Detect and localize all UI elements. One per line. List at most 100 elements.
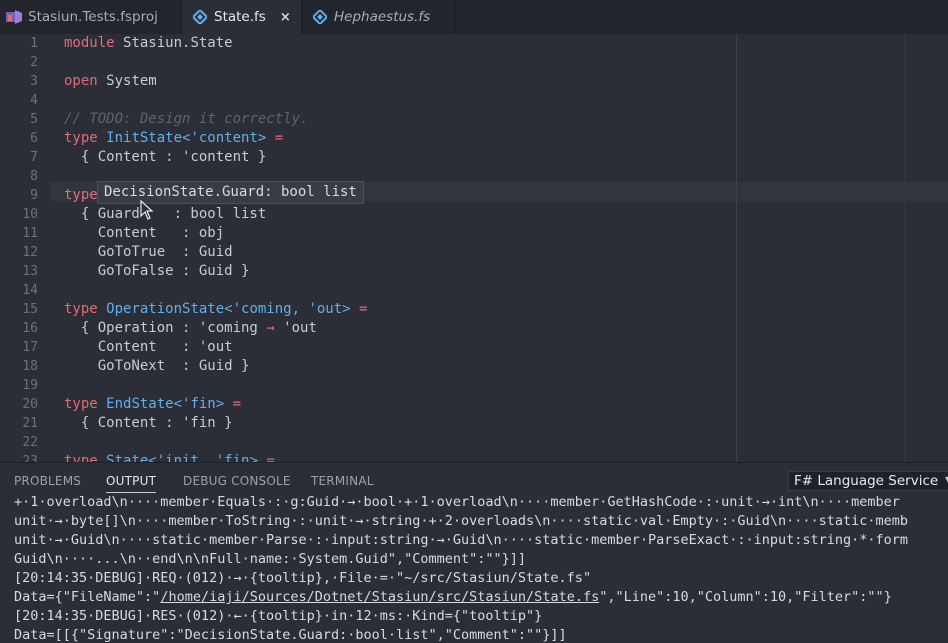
line-number: 12 (22, 245, 38, 260)
code-line: Content : obj (64, 224, 224, 243)
panel-header: PROBLEMS OUTPUT DEBUG CONSOLE TERMINAL F… (0, 462, 948, 496)
code-line: type InitState<'content> = (64, 129, 283, 148)
tab-label: Hephaestus.fs (334, 9, 431, 25)
code-line: type State<'init, 'fin> = (64, 452, 275, 462)
line-number: 2 (30, 55, 38, 70)
code-token: GoToNext : Guid } (97, 358, 250, 374)
fsharp-file-icon (312, 9, 328, 25)
line-number: 18 (22, 359, 38, 374)
code-token: InitState<'content> (106, 130, 267, 146)
code-line: Content : 'out (64, 338, 233, 357)
code-token: 'out (274, 320, 317, 336)
code-token: EndState<'fin> (106, 396, 225, 412)
code-line: { Operation : 'coming → 'out (64, 319, 317, 338)
code-token: GoToFalse : Guid } (97, 263, 250, 279)
code-token: module (64, 35, 115, 51)
code-token: = (359, 301, 368, 317)
file-path-link[interactable]: /home/iaji/Sources/Dotnet/Stasiun/src/St… (160, 589, 599, 605)
code-line: type OperationState<'coming, 'out> = (64, 300, 367, 319)
code-line: { Content : 'fin } (64, 414, 233, 433)
line-number: 20 (22, 397, 38, 412)
hover-tooltip: DecisionState.Guard: bool list (97, 181, 364, 204)
log-line: [20:14:35·DEBUG]·RES·(012)·←·{tooltip}·i… (14, 608, 543, 624)
code-token: = (266, 453, 275, 462)
log-line: unit·→·byte[]\n····member·ToString·:·uni… (14, 513, 909, 529)
line-number: 6 (30, 131, 38, 146)
code-line: // TODO: Design it correctly. (64, 110, 308, 129)
code-line: { Content : 'content } (64, 148, 266, 167)
code-token: // TODO: Design it correctly. (64, 111, 309, 127)
code-token: Content : obj (97, 225, 225, 241)
line-number: 17 (22, 340, 38, 355)
line-number: 11 (22, 226, 38, 241)
tab-label: State.fs (214, 9, 266, 25)
fsproj-icon (6, 9, 22, 25)
code-line: module Stasiun.State (64, 34, 233, 53)
tab-stasiun-tests-fsproj[interactable]: Stasiun.Tests.fsproj (0, 0, 182, 34)
line-number: 22 (22, 435, 38, 450)
code-token: { Guard : bool list (80, 206, 267, 222)
output-log[interactable]: +·1·overload\n····member·Equals·:·g:Guid… (0, 496, 948, 643)
line-number: 15 (22, 302, 38, 317)
code-token: GoToTrue : Guid (97, 244, 233, 260)
line-number: 23 (22, 454, 38, 462)
tab-terminal[interactable]: TERMINAL (311, 463, 374, 497)
close-tab-icon[interactable]: × (280, 10, 291, 25)
code-token: System (106, 73, 157, 89)
code-token: { Operation : 'coming (80, 320, 267, 336)
code-line: { Guard : bool list (64, 205, 266, 224)
code-line: type (64, 186, 98, 205)
log-line-filename: Data={"FileName":"/home/iaji/Sources/Dot… (14, 588, 892, 607)
log-text: ","Line":10,"Column":10,"Filter":""} (599, 589, 892, 605)
code-line: GoToFalse : Guid } (64, 262, 250, 281)
code-editor[interactable]: 1 2 3 4 5 6 7 8 9 10 11 12 13 14 15 16 17 18 19 20 21 22 23 mo… (0, 34, 948, 462)
line-number: 5 (30, 112, 38, 127)
line-number: 14 (22, 283, 38, 298)
tab-state-fs[interactable]: State.fs × (182, 0, 302, 34)
code-token: type (64, 187, 98, 203)
code-token: = (274, 130, 284, 146)
line-number: 8 (30, 169, 38, 184)
tab-debug-console[interactable]: DEBUG CONSOLE (183, 463, 291, 497)
code-token: type (64, 130, 98, 146)
output-channel-label: F# Language Service (794, 473, 939, 489)
tab-hephaestus-fs[interactable]: Hephaestus.fs (302, 0, 456, 34)
line-number: 10 (22, 207, 38, 222)
line-number: 19 (22, 378, 38, 393)
line-number: 9 (30, 188, 38, 203)
code-line: open System (64, 72, 157, 91)
code-area[interactable]: module Stasiun.State open System // TODO: … (64, 34, 948, 462)
code-token: open (64, 73, 98, 89)
tab-label: Stasiun.Tests.fsproj (28, 9, 158, 25)
tab-output[interactable]: OUTPUT (106, 463, 157, 497)
log-line: [20:14:35·DEBUG]·REQ·(012)·→·{tooltip},·… (14, 570, 592, 586)
code-token: type (64, 396, 98, 412)
log-line: Guid\n····...\n··end\n\nFull·name:·Syste… (14, 551, 527, 567)
line-number: 7 (30, 150, 38, 165)
line-number: 21 (22, 416, 38, 431)
line-number: 1 (30, 36, 38, 51)
log-text: Data={"FileName":" (14, 589, 161, 605)
log-line: unit·→·Guid\n····static·member·Parse·:·i… (14, 532, 909, 548)
mouse-pointer-icon (140, 199, 154, 224)
tab-problems[interactable]: PROBLEMS (14, 463, 81, 497)
line-number: 16 (22, 321, 38, 336)
code-token: → (266, 320, 275, 336)
output-channel-select[interactable]: F# Language Service ▼ (788, 471, 948, 491)
